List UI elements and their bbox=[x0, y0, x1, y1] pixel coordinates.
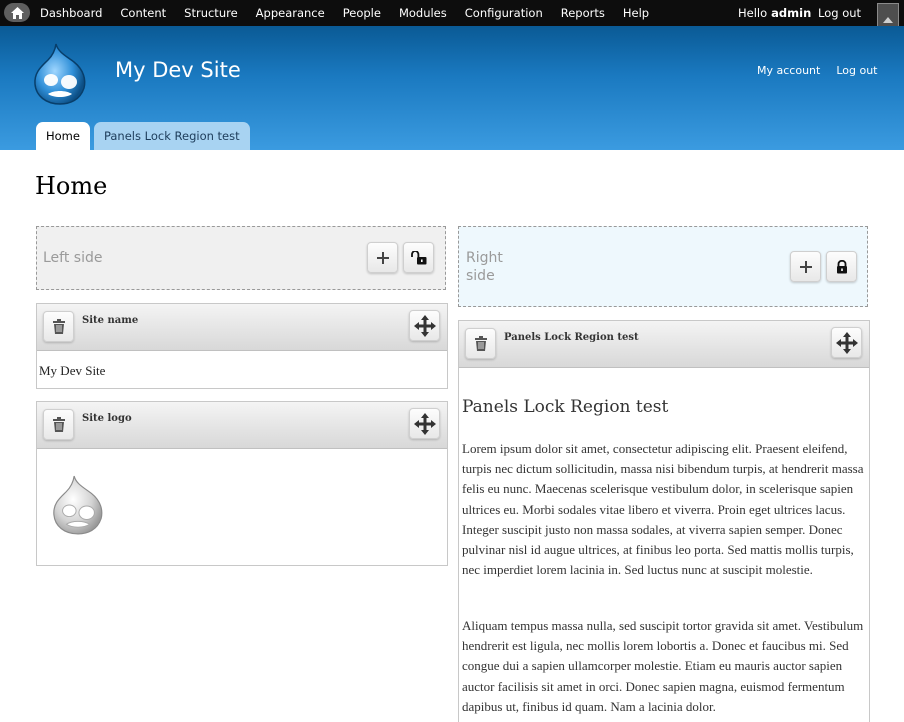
pane-title: Site logo bbox=[82, 413, 132, 424]
unlock-icon bbox=[410, 250, 426, 264]
drupal-logo-icon bbox=[51, 474, 105, 540]
site-name[interactable]: My Dev Site bbox=[115, 58, 241, 82]
toolbar-menu: Dashboard Content Structure Appearance P… bbox=[40, 0, 667, 26]
lock-icon bbox=[836, 259, 847, 273]
right-region-label: Right side bbox=[466, 250, 503, 284]
move-icon bbox=[835, 331, 858, 354]
plus-icon bbox=[799, 260, 812, 273]
toolbar-drawer-toggle-icon[interactable] bbox=[877, 3, 899, 27]
move-pane-button[interactable] bbox=[831, 327, 862, 358]
move-icon bbox=[413, 314, 436, 337]
username-link[interactable]: admin bbox=[771, 6, 811, 20]
page-title: Home bbox=[35, 172, 108, 200]
move-icon bbox=[413, 412, 436, 435]
home-icon[interactable] bbox=[4, 3, 30, 22]
left-region-label: Left side bbox=[43, 250, 103, 266]
block-heading: Panels Lock Region test bbox=[462, 397, 669, 417]
delete-pane-button[interactable] bbox=[43, 311, 74, 342]
toolbar-item-dashboard[interactable]: Dashboard bbox=[40, 6, 102, 20]
pane-header[interactable]: Site logo bbox=[37, 402, 447, 449]
unlock-region-button[interactable] bbox=[403, 242, 434, 273]
toolbar-logout-link[interactable]: Log out bbox=[818, 0, 861, 26]
plus-icon bbox=[376, 251, 389, 264]
trash-icon bbox=[52, 319, 65, 334]
pane-header[interactable]: Panels Lock Region test bbox=[459, 321, 869, 368]
toolbar-item-configuration[interactable]: Configuration bbox=[465, 6, 543, 20]
add-content-button[interactable] bbox=[790, 251, 821, 282]
left-region: Left side bbox=[36, 226, 446, 290]
right-region: Right side bbox=[458, 226, 868, 307]
lorem-paragraph-1: Lorem ipsum dolor sit amet, consectetur … bbox=[462, 441, 864, 578]
site-logo-pane: Site logo bbox=[36, 401, 448, 566]
primary-tabs: Home Panels Lock Region test bbox=[36, 122, 254, 150]
toolbar-item-people[interactable]: People bbox=[343, 6, 381, 20]
pane-header[interactable]: Site name bbox=[37, 304, 447, 351]
site-name-pane: Site name My Dev Site bbox=[36, 303, 448, 389]
header-logout-link[interactable]: Log out bbox=[836, 64, 877, 77]
tab-panels-lock-region-test[interactable]: Panels Lock Region test bbox=[93, 122, 250, 150]
move-pane-button[interactable] bbox=[409, 310, 440, 341]
delete-pane-button[interactable] bbox=[465, 328, 496, 359]
toolbar-item-structure[interactable]: Structure bbox=[184, 6, 238, 20]
my-account-link[interactable]: My account bbox=[757, 64, 820, 77]
pane-title: Panels Lock Region test bbox=[504, 332, 639, 343]
toolbar-item-help[interactable]: Help bbox=[623, 6, 649, 20]
pane-title: Site name bbox=[82, 315, 139, 326]
tab-home[interactable]: Home bbox=[36, 122, 90, 150]
secondary-menu: My account Log out bbox=[757, 64, 894, 77]
toolbar-item-content[interactable]: Content bbox=[120, 6, 166, 20]
trash-icon bbox=[52, 417, 65, 432]
lorem-paragraph-2: Aliquam tempus massa nulla, sed suscipit… bbox=[462, 618, 864, 714]
move-pane-button[interactable] bbox=[409, 408, 440, 439]
toolbar-item-appearance[interactable]: Appearance bbox=[256, 6, 325, 20]
site-name-content: My Dev Site bbox=[39, 363, 106, 378]
site-logo-icon[interactable] bbox=[32, 42, 88, 110]
add-content-button[interactable] bbox=[367, 242, 398, 273]
toolbar-item-modules[interactable]: Modules bbox=[399, 6, 447, 20]
lock-region-button[interactable] bbox=[826, 251, 857, 282]
delete-pane-button[interactable] bbox=[43, 409, 74, 440]
toolbar-item-reports[interactable]: Reports bbox=[561, 6, 605, 20]
trash-icon bbox=[474, 336, 487, 351]
toolbar-user: Hello admin bbox=[738, 0, 811, 26]
hello-text: Hello bbox=[738, 6, 768, 20]
admin-toolbar: Dashboard Content Structure Appearance P… bbox=[0, 0, 904, 27]
